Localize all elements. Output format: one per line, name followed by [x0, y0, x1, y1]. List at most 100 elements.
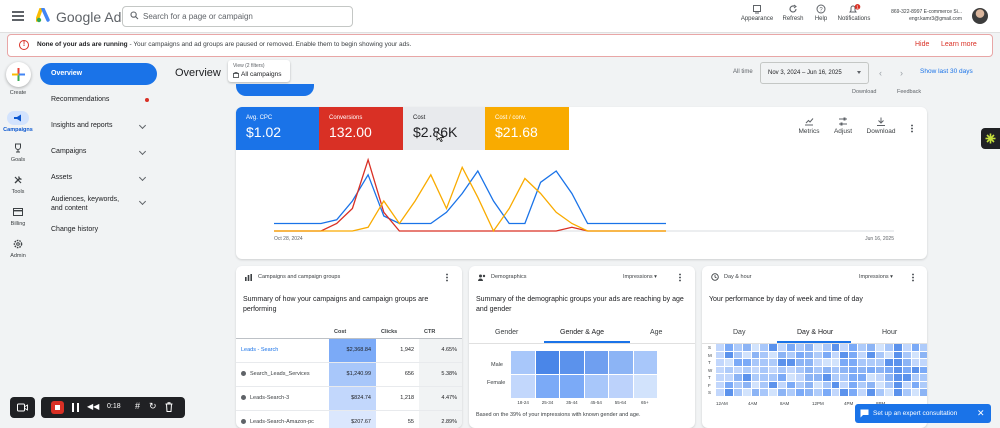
- next-period-icon[interactable]: ›: [900, 68, 903, 78]
- heatmap-cell[interactable]: [831, 359, 840, 366]
- heatmap-cell[interactable]: [822, 389, 831, 396]
- heatmap-cell[interactable]: [822, 359, 831, 366]
- table-row[interactable]: Leads - Search $2,368.84 1,942 4.65%: [236, 337, 462, 362]
- heatmap-cell[interactable]: [778, 374, 787, 381]
- heatmap-cell[interactable]: [849, 366, 858, 373]
- heatmap-cell[interactable]: [742, 351, 751, 358]
- heatmap-cell[interactable]: [796, 359, 804, 366]
- heatmap-cell[interactable]: [760, 374, 769, 381]
- heatmap-cell[interactable]: [716, 366, 724, 373]
- heatmap-cell[interactable]: [742, 374, 751, 381]
- heatmap-cell[interactable]: [796, 344, 804, 351]
- heatmap-cell[interactable]: [884, 389, 893, 396]
- heatmap-cell[interactable]: [813, 359, 822, 366]
- nav-audiences[interactable]: Audiences, keywords, and content: [40, 193, 157, 215]
- heatmap-cell[interactable]: [716, 351, 724, 358]
- heatmap-cell[interactable]: [751, 366, 760, 373]
- heatmap-cell[interactable]: [751, 351, 760, 358]
- heatmap-cell[interactable]: [884, 374, 893, 381]
- heatmap-cell[interactable]: [796, 374, 804, 381]
- heatmap-cell[interactable]: [535, 351, 559, 374]
- heatmap-cell[interactable]: [920, 381, 927, 388]
- rewind-icon[interactable]: ◀◀: [87, 402, 99, 411]
- tab-day[interactable]: Day: [733, 329, 745, 336]
- view-filter[interactable]: View (2 filters) All campaigns: [228, 60, 290, 82]
- heatmap-cell[interactable]: [858, 344, 867, 351]
- heatmap-cell[interactable]: [787, 374, 796, 381]
- heatmap-cell[interactable]: [724, 389, 733, 396]
- heatmap-cell[interactable]: [733, 374, 742, 381]
- nav-campaigns[interactable]: Campaigns: [40, 141, 157, 163]
- pause-icon[interactable]: [72, 403, 79, 412]
- heatmap-cell[interactable]: [742, 389, 751, 396]
- heatmap-cell[interactable]: [893, 366, 902, 373]
- heatmap-cell[interactable]: [716, 359, 724, 366]
- heatmap-cell[interactable]: [716, 344, 724, 351]
- heatmap-cell[interactable]: [787, 351, 796, 358]
- heatmap-cell[interactable]: [849, 381, 858, 388]
- heatmap-cell[interactable]: [633, 375, 657, 398]
- heatmap-cell[interactable]: [633, 351, 657, 374]
- rail-billing[interactable]: Billing: [0, 205, 36, 227]
- heatmap-cell[interactable]: [902, 381, 911, 388]
- heatmap-cell[interactable]: [511, 351, 535, 374]
- heatmap-cell[interactable]: [858, 359, 867, 366]
- nav-assets[interactable]: Assets: [40, 167, 157, 189]
- heatmap-cell[interactable]: [787, 359, 796, 366]
- heatmap-cell[interactable]: [716, 374, 724, 381]
- heatmap-cell[interactable]: [902, 344, 911, 351]
- heatmap-cell[interactable]: [822, 351, 831, 358]
- metric-avg-cpc[interactable]: Avg. CPC $1.02: [236, 107, 319, 150]
- heatmap-cell[interactable]: [893, 374, 902, 381]
- heatmap-cell[interactable]: [769, 374, 778, 381]
- tab-gender[interactable]: Gender: [495, 329, 518, 336]
- heatmap-cell[interactable]: [769, 366, 778, 373]
- campaign-name[interactable]: Leads - Search: [236, 337, 329, 362]
- heatmap-cell[interactable]: [876, 351, 884, 358]
- heatmap-cell[interactable]: [769, 351, 778, 358]
- heatmap-cell[interactable]: [724, 374, 733, 381]
- heatmap-cell[interactable]: [902, 389, 911, 396]
- heatmap-cell[interactable]: [560, 351, 584, 374]
- rail-admin[interactable]: Admin: [0, 237, 36, 259]
- heatmap-cell[interactable]: [831, 389, 840, 396]
- heatmap-cell[interactable]: [884, 366, 893, 373]
- heatmap-cell[interactable]: [822, 366, 831, 373]
- heatmap-cell[interactable]: [831, 381, 840, 388]
- heatmap-cell[interactable]: [511, 375, 535, 398]
- heatmap-cell[interactable]: [858, 351, 867, 358]
- heatmap-cell[interactable]: [742, 366, 751, 373]
- heatmap-cell[interactable]: [911, 359, 920, 366]
- more-options-icon[interactable]: [446, 273, 448, 282]
- heatmap-cell[interactable]: [911, 381, 920, 388]
- heatmap-cell[interactable]: [760, 359, 769, 366]
- heatmap-cell[interactable]: [920, 374, 927, 381]
- heatmap-cell[interactable]: [796, 366, 804, 373]
- rail-tools[interactable]: Tools: [0, 173, 36, 195]
- heatmap-cell[interactable]: [609, 351, 633, 374]
- metric-cost-per-conv[interactable]: Cost / conv. $21.68: [485, 107, 569, 150]
- heatmap-cell[interactable]: [760, 351, 769, 358]
- show-last-30-days-link[interactable]: Show last 30 days: [920, 68, 973, 75]
- tab-age[interactable]: Age: [650, 329, 662, 336]
- heatmap-cell[interactable]: [876, 359, 884, 366]
- heatmap-cell[interactable]: [911, 351, 920, 358]
- heatmap-cell[interactable]: [867, 374, 876, 381]
- heatmap-cell[interactable]: [813, 366, 822, 373]
- col-cost[interactable]: Cost: [329, 326, 376, 339]
- heatmap-cell[interactable]: [804, 344, 813, 351]
- chart-download-button[interactable]: Download: [863, 117, 899, 135]
- nav-insights[interactable]: Insights and reports: [40, 115, 157, 137]
- heatmap-cell[interactable]: [840, 344, 849, 351]
- more-options-icon[interactable]: [911, 124, 913, 133]
- heatmap-cell[interactable]: [778, 344, 787, 351]
- metric-conversions[interactable]: Conversions 132.00: [319, 107, 403, 150]
- heatmap-cell[interactable]: [733, 344, 742, 351]
- heatmap-cell[interactable]: [804, 366, 813, 373]
- heatmap-cell[interactable]: [840, 351, 849, 358]
- heatmap-cell[interactable]: [840, 374, 849, 381]
- heatmap-cell[interactable]: [831, 344, 840, 351]
- metrics-button[interactable]: Metrics: [791, 117, 827, 135]
- heatmap-cell[interactable]: [831, 374, 840, 381]
- heatmap-cell[interactable]: [787, 389, 796, 396]
